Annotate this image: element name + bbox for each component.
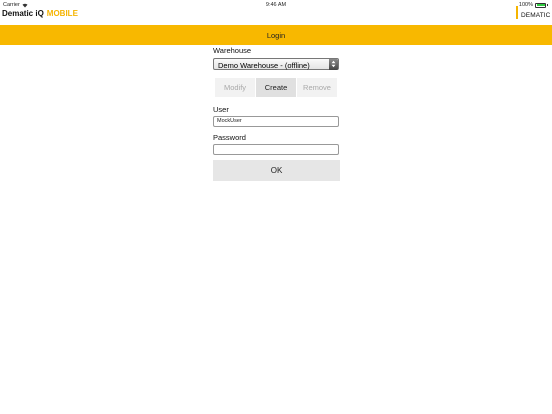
- title-bar: Login: [0, 25, 552, 45]
- brand-name: Dematic iQ: [2, 9, 44, 18]
- user-input[interactable]: MockUser: [213, 116, 339, 127]
- warehouse-select[interactable]: Demo Warehouse - (offline): [213, 58, 339, 70]
- warehouse-selected-value: Demo Warehouse - (offline): [218, 60, 310, 70]
- app-brand: Dematic iQ MOBILE: [2, 9, 78, 18]
- create-button[interactable]: Create: [256, 78, 296, 97]
- logo-text: DEMATIC: [521, 12, 551, 19]
- modify-button[interactable]: Modify: [215, 78, 255, 97]
- remove-button[interactable]: Remove: [297, 78, 337, 97]
- user-label: User: [213, 105, 229, 114]
- warehouse-actions: Modify Create Remove: [215, 78, 338, 97]
- ok-button-label: OK: [270, 166, 283, 175]
- logo-accent-bar: [516, 6, 518, 19]
- password-input[interactable]: [213, 144, 339, 155]
- warehouse-label: Warehouse: [213, 46, 252, 55]
- dematic-logo: DEMATIC: [516, 6, 552, 20]
- page-title: Login: [266, 30, 286, 40]
- ok-button[interactable]: OK: [213, 160, 340, 181]
- dropdown-arrow-icon[interactable]: [329, 59, 338, 70]
- password-label: Password: [213, 133, 246, 142]
- brand-subtitle: MOBILE: [46, 9, 78, 18]
- app-header: Dematic iQ MOBILE DEMATIC: [0, 6, 552, 25]
